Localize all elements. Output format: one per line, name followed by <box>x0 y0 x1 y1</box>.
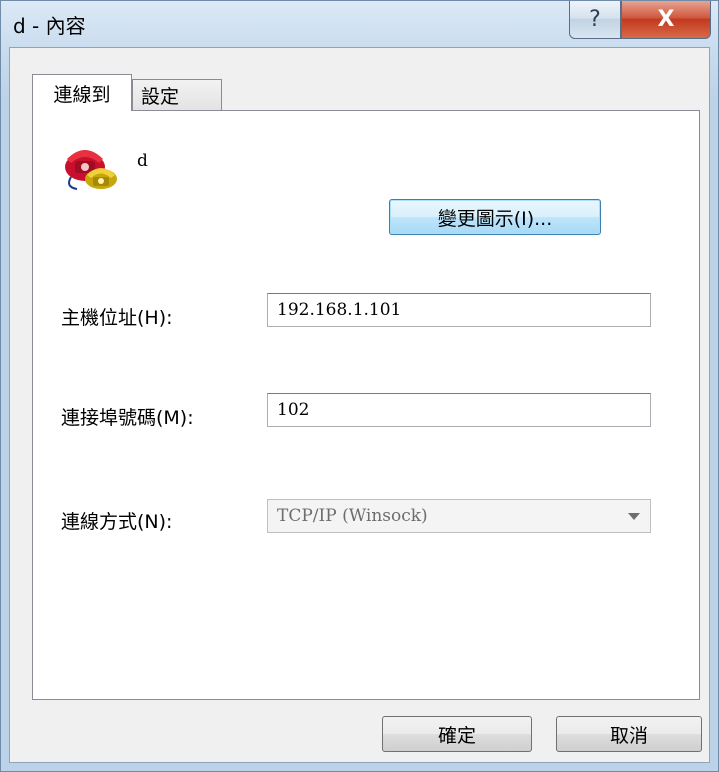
tab-connect-to[interactable]: 連線到 <box>32 74 132 111</box>
tab-label: 連線到 <box>53 83 111 106</box>
close-button[interactable]: X <box>621 1 711 39</box>
change-icon-button[interactable]: 變更圖示(I)... <box>389 199 601 235</box>
chevron-down-icon <box>628 513 640 520</box>
connect-method-select[interactable]: TCP/IP (Winsock) <box>267 499 651 533</box>
cancel-button[interactable]: 取消 <box>556 716 702 752</box>
port-number-label: 連接埠號碼(M): <box>61 407 194 429</box>
phone-icon <box>65 150 117 190</box>
close-icon: X <box>657 7 675 32</box>
port-number-input[interactable]: 102 <box>267 393 651 427</box>
help-icon: ? <box>589 7 601 32</box>
host-address-label: 主機位址(H): <box>61 307 173 329</box>
host-address-input[interactable]: 192.168.1.101 <box>267 293 651 327</box>
title-bar[interactable]: d - 內容 ? X <box>1 1 718 45</box>
tab-settings[interactable]: 設定 <box>132 79 222 111</box>
window-title: d - 內容 <box>13 14 86 38</box>
connect-method-value: TCP/IP (Winsock) <box>277 506 428 526</box>
dialog-window: d - 內容 ? X 連線到 設定 d 變更圖示(I)... 主機位址(H): … <box>0 0 719 772</box>
connection-name: d <box>137 151 148 171</box>
ok-button[interactable]: 確定 <box>382 716 532 752</box>
tab-label: 設定 <box>141 86 180 108</box>
help-button[interactable]: ? <box>569 1 621 39</box>
tab-panel: d 變更圖示(I)... 主機位址(H): 192.168.1.101 連接埠號… <box>32 110 700 700</box>
dialog-client-area: 連線到 設定 d 變更圖示(I)... 主機位址(H): 192.168.1.1… <box>9 47 710 763</box>
connect-method-label: 連線方式(N): <box>61 511 173 533</box>
